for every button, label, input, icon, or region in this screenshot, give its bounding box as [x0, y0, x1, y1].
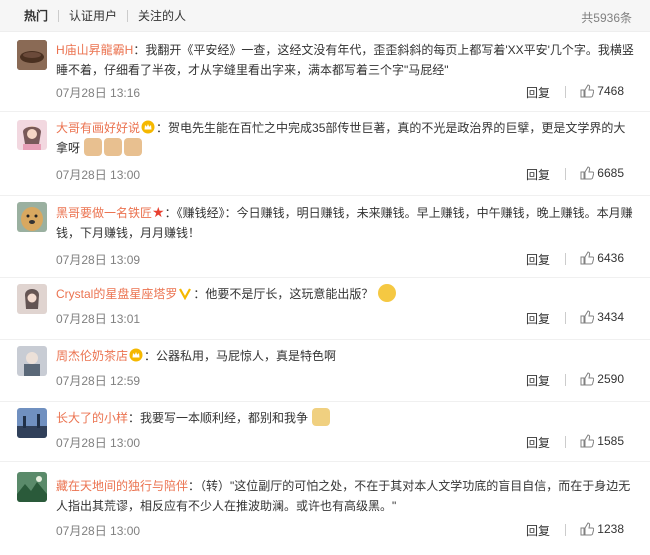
- comment-username[interactable]: 大哥有画好好说: [56, 121, 140, 135]
- comment-text: 藏在天地间的独行与陪伴：（转）"这位副厅的可怕之处，不在于其对本人文学功底的盲目…: [56, 476, 634, 516]
- reply-button[interactable]: 回复: [526, 251, 550, 268]
- comment-count: 共5936条: [581, 11, 632, 25]
- avatar[interactable]: [17, 202, 47, 232]
- like-count: 6685: [597, 166, 624, 180]
- meta-divider: [565, 312, 566, 324]
- star-badge-icon: ★: [152, 204, 165, 220]
- tab-hot[interactable]: 热门: [24, 7, 58, 24]
- avatar[interactable]: [17, 40, 47, 70]
- comment-username[interactable]: 长大了的小样: [56, 411, 128, 425]
- like-count: 2590: [597, 372, 624, 386]
- comment-username[interactable]: H庙山昇龍霸H: [56, 43, 133, 57]
- comment-time: 07月28日 13:00: [56, 524, 141, 538]
- comment-time: 07月28日 13:00: [56, 168, 141, 182]
- reply-button[interactable]: 回复: [526, 522, 550, 539]
- tab-following[interactable]: 关注的人: [128, 7, 196, 24]
- comment-body: ：我翻开《平安经》一查，这经文没有年代，歪歪斜斜的每页上都写着'XX平安'几个字…: [56, 43, 634, 77]
- doge-emoji-icon: [124, 138, 143, 156]
- like-button[interactable]: 1585: [580, 434, 624, 448]
- comment-username[interactable]: 藏在天地间的独行与陪伴: [56, 479, 188, 493]
- comment-text: 周杰伦奶茶店 ：公器私用，马屁惊人，真是特色啊: [56, 346, 634, 366]
- comment-meta: 07月28日 12:59 回复 2590: [56, 372, 634, 390]
- thumbs-up-icon: [580, 372, 595, 386]
- comment-username[interactable]: 黑哥要做一名铁匠: [56, 206, 152, 220]
- like-count: 3434: [597, 310, 624, 324]
- comment-username[interactable]: Crystal的星盘星座塔罗: [56, 287, 177, 301]
- comment-text: 大哥有画好好说 ：贺电先生能在百忙之中完成35部传世巨著，真的不光是政治界的巨擘，…: [56, 118, 634, 158]
- thumbs-up-icon: [580, 84, 595, 98]
- comment-body: ：我要写一本顺利经，都别和我争: [128, 411, 309, 425]
- avatar[interactable]: [17, 120, 47, 150]
- doge-emoji-icon: [312, 408, 331, 426]
- avatar[interactable]: [17, 346, 47, 376]
- comment-item: H庙山昇龍霸H：我翻开《平安经》一查，这经文没有年代，歪歪斜斜的每页上都写着'X…: [0, 32, 650, 112]
- like-count: 6436: [597, 251, 624, 265]
- thumbs-up-icon: [580, 166, 595, 180]
- comment-body: ：公器私用，马屁惊人，真是特色啊: [144, 349, 337, 363]
- thumbs-up-icon: [580, 434, 595, 448]
- like-button[interactable]: 6436: [580, 251, 624, 265]
- comment-item: 藏在天地间的独行与陪伴：（转）"这位副厅的可怕之处，不在于其对本人文学功底的盲目…: [0, 462, 650, 544]
- verified-badge-icon: [179, 288, 192, 300]
- comment-list: H庙山昇龍霸H：我翻开《平安经》一查，这经文没有年代，歪歪斜斜的每页上都写着'X…: [0, 32, 650, 544]
- comment-time: 07月28日 12:59: [56, 374, 141, 388]
- like-button[interactable]: 7468: [580, 84, 624, 98]
- like-count: 7468: [597, 84, 624, 98]
- comment-body: ：他要不是厅长，这玩意能出版？: [193, 287, 374, 301]
- comment-text: Crystal的星盘星座塔罗 ：他要不是厅长，这玩意能出版？: [56, 284, 634, 304]
- tab-verified[interactable]: 认证用户: [59, 7, 127, 24]
- meta-divider: [565, 168, 566, 180]
- meta-divider: [565, 86, 566, 98]
- meta-divider: [565, 253, 566, 265]
- thinking-emoji-icon: [377, 284, 396, 302]
- reply-button[interactable]: 回复: [526, 434, 550, 451]
- like-button[interactable]: 2590: [580, 372, 624, 386]
- comment-time: 07月28日 13:16: [56, 86, 141, 100]
- comment-meta: 07月28日 13:09 回复 6436: [56, 251, 634, 269]
- comment-meta: 07月28日 13:00 回复 1585: [56, 434, 634, 452]
- meta-divider: [565, 436, 566, 448]
- comment-tabs: 热门 认证用户 关注的人 共5936条: [0, 0, 650, 32]
- like-count: 1585: [597, 434, 624, 448]
- like-button[interactable]: 1238: [580, 522, 624, 536]
- comment-item: Crystal的星盘星座塔罗 ：他要不是厅长，这玩意能出版？ 07月28日 13:…: [0, 278, 650, 340]
- crown-badge-icon: [129, 348, 143, 362]
- like-count: 1238: [597, 522, 624, 536]
- meta-divider: [565, 524, 566, 536]
- meta-divider: [565, 374, 566, 386]
- doge-emoji-icon: [84, 138, 103, 156]
- comment-meta: 07月28日 13:01 回复 3434: [56, 310, 634, 328]
- crown-badge-icon: [141, 120, 155, 134]
- avatar[interactable]: [17, 472, 47, 502]
- like-button[interactable]: 3434: [580, 310, 624, 324]
- thumbs-up-icon: [580, 522, 595, 536]
- comment-item: 大哥有画好好说 ：贺电先生能在百忙之中完成35部传世巨著，真的不光是政治界的巨擘，…: [0, 112, 650, 196]
- comment-text: H庙山昇龍霸H：我翻开《平安经》一查，这经文没有年代，歪歪斜斜的每页上都写着'X…: [56, 40, 634, 80]
- comment-meta: 07月28日 13:00 回复 6685: [56, 166, 634, 184]
- comment-item: 周杰伦奶茶店 ：公器私用，马屁惊人，真是特色啊 07月28日 12:59 回复 2…: [0, 340, 650, 402]
- avatar[interactable]: [17, 408, 47, 438]
- comment-text: 长大了的小样：我要写一本顺利经，都别和我争: [56, 408, 634, 428]
- comment-username[interactable]: 周杰伦奶茶店: [56, 349, 128, 363]
- reply-button[interactable]: 回复: [526, 84, 550, 101]
- thumbs-up-icon: [580, 251, 595, 265]
- comment-time: 07月28日 13:01: [56, 312, 141, 326]
- comment-meta: 07月28日 13:00 回复 1238: [56, 522, 634, 540]
- comment-meta: 07月28日 13:16 回复 7468: [56, 84, 634, 102]
- thumbs-up-icon: [580, 310, 595, 324]
- comment-item: 黑哥要做一名铁匠★：《赚钱经》：今日赚钱，明日赚钱，未来赚钱。早上赚钱，中午赚钱…: [0, 196, 650, 278]
- like-button[interactable]: 6685: [580, 166, 624, 180]
- reply-button[interactable]: 回复: [526, 310, 550, 327]
- comment-time: 07月28日 13:00: [56, 436, 141, 450]
- comment-text: 黑哥要做一名铁匠★：《赚钱经》：今日赚钱，明日赚钱，未来赚钱。早上赚钱，中午赚钱…: [56, 202, 634, 243]
- reply-button[interactable]: 回复: [526, 372, 550, 389]
- reply-button[interactable]: 回复: [526, 166, 550, 183]
- comment-item: 长大了的小样：我要写一本顺利经，都别和我争 07月28日 13:00 回复 15…: [0, 402, 650, 462]
- avatar[interactable]: [17, 284, 47, 314]
- comment-time: 07月28日 13:09: [56, 253, 141, 267]
- doge-emoji-icon: [104, 138, 123, 156]
